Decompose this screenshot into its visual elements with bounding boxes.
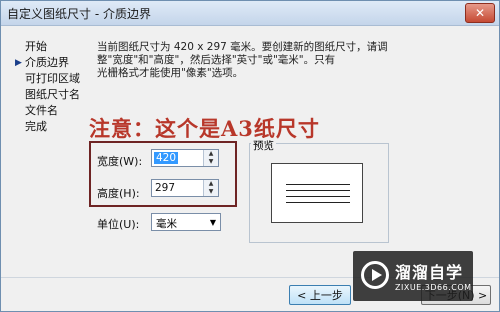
step-label: 介质边界: [25, 56, 69, 69]
preview-line: [286, 202, 350, 203]
watermark-text: 溜溜自学: [395, 263, 464, 282]
step-paper-size-name[interactable]: 图纸尺寸名: [15, 87, 80, 103]
window-title: 自定义图纸尺寸 - 介质边界: [7, 7, 151, 21]
step-media-bounds[interactable]: ▶ 介质边界: [15, 55, 80, 71]
spin-down-icon[interactable]: ▼: [204, 158, 218, 166]
spin-down-icon[interactable]: ▼: [204, 188, 218, 196]
preview-line: [286, 184, 350, 185]
step-file-name[interactable]: 文件名: [15, 103, 80, 119]
close-button[interactable]: ✕: [465, 3, 495, 23]
description-text: 当前图纸尺寸为 420 x 297 毫米。要创建新的图纸尺寸，请调 整"宽度"和…: [97, 41, 397, 80]
preview-line: [286, 190, 350, 191]
height-label: 高度(H):: [97, 187, 140, 200]
watermark-url: ZIXUE.3D66.COM: [395, 283, 472, 292]
width-input[interactable]: 420 ▲ ▼: [151, 149, 219, 167]
unit-label: 单位(U):: [97, 218, 140, 231]
description-line: 当前图纸尺寸为 420 x 297 毫米。要创建新的图纸尺寸，请调: [97, 41, 388, 53]
step-finish[interactable]: 完成: [15, 119, 80, 135]
description-line: 光栅格式才能使用"像素"选项。: [97, 67, 244, 79]
step-label: 文件名: [25, 104, 58, 117]
preview-page: [271, 163, 363, 223]
annotation-note: 注意：这个是A3纸尺寸: [89, 116, 320, 141]
dialog-window: 自定义图纸尺寸 - 介质边界 ✕ 开始 ▶ 介质边界 可打印区域 图纸尺寸名 文件…: [0, 0, 500, 312]
step-label: 完成: [25, 120, 47, 133]
step-start[interactable]: 开始: [15, 39, 80, 55]
preview-label: 预览: [251, 138, 276, 153]
height-value: 297: [155, 182, 176, 194]
unit-value: 毫米: [156, 218, 177, 230]
spin-up-icon[interactable]: ▲: [204, 150, 218, 158]
step-label: 可打印区域: [25, 72, 80, 85]
step-label: 图纸尺寸名: [25, 88, 80, 101]
width-value: 420: [154, 152, 179, 164]
width-label: 宽度(W):: [97, 155, 143, 168]
height-input[interactable]: 297 ▲ ▼: [151, 179, 219, 197]
height-spinner[interactable]: ▲ ▼: [203, 180, 218, 196]
back-button[interactable]: < 上一步(B): [289, 285, 351, 311]
width-spinner[interactable]: ▲ ▼: [203, 150, 218, 166]
wizard-steps: 开始 ▶ 介质边界 可打印区域 图纸尺寸名 文件名 完成: [15, 39, 80, 135]
title-bar: 自定义图纸尺寸 - 介质边界 ✕: [1, 1, 499, 26]
step-label: 开始: [25, 40, 47, 53]
current-step-arrow-icon: ▶: [15, 58, 22, 68]
dropdown-arrow-icon: ▼: [209, 218, 216, 227]
step-printable-area[interactable]: 可打印区域: [15, 71, 80, 87]
watermark-logo: 溜溜自学 ZIXUE.3D66.COM: [353, 251, 473, 301]
description-line: 整"宽度"和"高度"，然后选择"英寸"或"毫米"。只有: [97, 54, 336, 66]
spin-up-icon[interactable]: ▲: [204, 180, 218, 188]
unit-select[interactable]: 毫米 ▼: [151, 213, 221, 231]
play-icon: [361, 261, 389, 289]
preview-line: [286, 196, 350, 197]
